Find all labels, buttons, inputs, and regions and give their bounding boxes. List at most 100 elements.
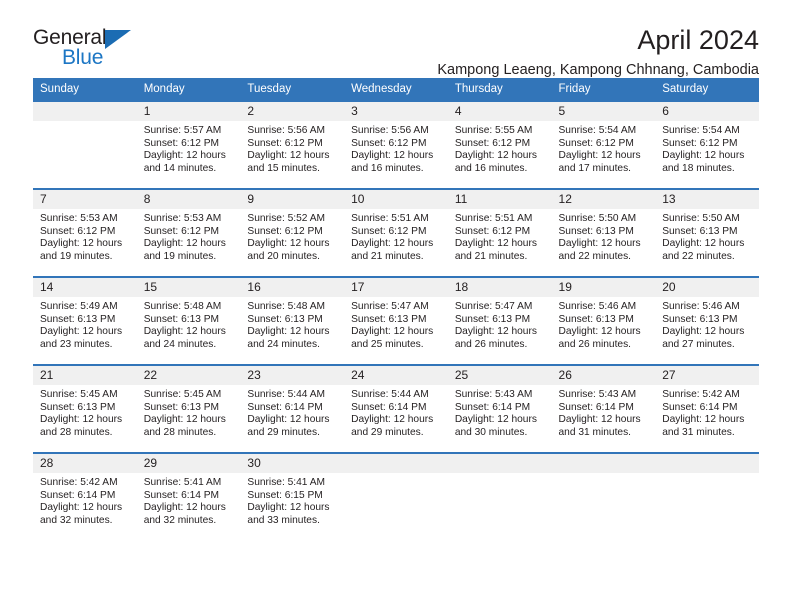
daylight-text: Daylight: 12 hours and 25 minutes. (351, 326, 434, 350)
day-number: 25 (447, 366, 552, 385)
calendar-day-cell[interactable]: 7 Sunrise: 5:53 AM Sunset: 6:12 PM Daylight… (33, 188, 137, 277)
calendar-day-cell-empty (344, 452, 448, 540)
calendar-day-cell[interactable]: 13 Sunrise: 5:50 AM Sunset: 6:13 PM Dayligh… (655, 188, 759, 277)
sunrise-text: Sunrise: 5:50 AM (662, 213, 740, 224)
calendar-day-cell[interactable]: 5 Sunrise: 5:54 AM Sunset: 6:12 PM Daylight… (551, 100, 656, 189)
calendar-day-cell[interactable]: 9 Sunrise: 5:52 AM Sunset: 6:12 PM Daylight… (240, 188, 345, 277)
day-cell-inner: 7 Sunrise: 5:53 AM Sunset: 6:12 PM Daylight… (33, 190, 137, 276)
calendar-day-cell[interactable]: 15 Sunrise: 5:48 AM Sunset: 6:13 PM Dayligh… (136, 276, 241, 365)
day-details: Sunrise: 5:49 AM Sunset: 6:13 PM Daylight:… (33, 297, 137, 351)
day-details: Sunrise: 5:42 AM Sunset: 6:14 PM Daylight:… (33, 473, 137, 527)
calendar-day-cell[interactable]: 18 Sunrise: 5:47 AM Sunset: 6:13 PM Dayligh… (447, 276, 552, 365)
daylight-text: Daylight: 12 hours and 24 minutes. (247, 326, 330, 350)
day-cell-inner: 6 Sunrise: 5:54 AM Sunset: 6:12 PM Daylight… (655, 102, 759, 188)
day-cell-inner: 28 Sunrise: 5:42 AM Sunset: 6:14 PM Dayligh… (33, 454, 137, 540)
calendar-day-cell[interactable]: 24 Sunrise: 5:44 AM Sunset: 6:14 PM Dayligh… (344, 364, 448, 453)
calendar-day-cell[interactable]: 3 Sunrise: 5:56 AM Sunset: 6:12 PM Daylight… (344, 100, 448, 189)
calendar-day-cell[interactable]: 12 Sunrise: 5:50 AM Sunset: 6:13 PM Dayligh… (551, 188, 656, 277)
day-details: Sunrise: 5:48 AM Sunset: 6:13 PM Daylight:… (137, 297, 241, 351)
calendar-day-cell[interactable]: 19 Sunrise: 5:46 AM Sunset: 6:13 PM Dayligh… (551, 276, 656, 365)
day-cell-inner: 5 Sunrise: 5:54 AM Sunset: 6:12 PM Daylight… (551, 102, 656, 188)
day-cell-inner: 8 Sunrise: 5:53 AM Sunset: 6:12 PM Daylight… (136, 190, 241, 276)
calendar-day-cell[interactable]: 23 Sunrise: 5:44 AM Sunset: 6:14 PM Dayligh… (240, 364, 345, 453)
calendar-day-cell[interactable]: 26 Sunrise: 5:43 AM Sunset: 6:14 PM Dayligh… (551, 364, 656, 453)
day-details: Sunrise: 5:50 AM Sunset: 6:13 PM Daylight:… (655, 209, 759, 263)
sunset-text: Sunset: 6:13 PM (662, 225, 738, 237)
sunset-text: Sunset: 6:13 PM (40, 313, 116, 325)
calendar-day-cell-empty (655, 452, 759, 540)
daylight-text: Daylight: 12 hours and 14 minutes. (143, 150, 226, 174)
calendar-day-cell[interactable]: 8 Sunrise: 5:53 AM Sunset: 6:12 PM Daylight… (136, 188, 241, 277)
sunset-text: Sunset: 6:12 PM (662, 137, 738, 149)
day-number: 2 (240, 102, 345, 121)
day-cell-inner: 14 Sunrise: 5:49 AM Sunset: 6:13 PM Dayligh… (33, 278, 137, 364)
sunrise-text: Sunrise: 5:43 AM (558, 389, 637, 400)
day-details: Sunrise: 5:55 AM Sunset: 6:12 PM Daylight:… (448, 121, 552, 175)
generalblue-logo[interactable]: General Blue (33, 27, 163, 75)
day-number: 12 (551, 190, 656, 209)
daylight-text: Daylight: 12 hours and 16 minutes. (454, 150, 537, 174)
day-details: Sunrise: 5:43 AM Sunset: 6:14 PM Daylight:… (448, 385, 552, 439)
calendar-day-cell[interactable]: 1 Sunrise: 5:57 AM Sunset: 6:12 PM Daylight… (136, 100, 241, 189)
day-number: 27 (655, 366, 759, 385)
day-number: 18 (447, 278, 552, 297)
calendar-day-cell[interactable]: 4 Sunrise: 5:55 AM Sunset: 6:12 PM Daylight… (447, 100, 552, 189)
day-number: 4 (447, 102, 552, 121)
calendar-day-cell[interactable]: 17 Sunrise: 5:47 AM Sunset: 6:13 PM Dayligh… (344, 276, 448, 365)
calendar-day-cell[interactable]: 2 Sunrise: 5:56 AM Sunset: 6:12 PM Daylight… (240, 100, 345, 189)
daylight-text: Daylight: 12 hours and 20 minutes. (247, 238, 330, 262)
sunset-text: Sunset: 6:13 PM (662, 313, 738, 325)
day-details: Sunrise: 5:50 AM Sunset: 6:13 PM Daylight:… (552, 209, 656, 263)
day-cell-inner: 12 Sunrise: 5:50 AM Sunset: 6:13 PM Dayligh… (551, 190, 656, 276)
day-cell-inner: 9 Sunrise: 5:52 AM Sunset: 6:12 PM Daylight… (240, 190, 345, 276)
sunrise-text: Sunrise: 5:45 AM (143, 389, 222, 400)
calendar-day-cell[interactable]: 25 Sunrise: 5:43 AM Sunset: 6:14 PM Dayligh… (447, 364, 552, 453)
calendar-week-row: 7 Sunrise: 5:53 AM Sunset: 6:12 PM Daylight… (33, 188, 759, 277)
calendar-day-cell[interactable]: 21 Sunrise: 5:45 AM Sunset: 6:13 PM Dayligh… (33, 364, 137, 453)
sunset-text: Sunset: 6:12 PM (247, 225, 323, 237)
daylight-text: Daylight: 12 hours and 17 minutes. (558, 150, 641, 174)
calendar-day-cell[interactable]: 29 Sunrise: 5:41 AM Sunset: 6:14 PM Dayligh… (136, 452, 241, 540)
daylight-text: Daylight: 12 hours and 22 minutes. (662, 238, 745, 262)
calendar-day-cell[interactable]: 27 Sunrise: 5:42 AM Sunset: 6:14 PM Dayligh… (655, 364, 759, 453)
sunrise-text: Sunrise: 5:51 AM (351, 213, 429, 224)
sunset-text: Sunset: 6:15 PM (247, 489, 323, 501)
calendar-day-cell[interactable]: 20 Sunrise: 5:46 AM Sunset: 6:13 PM Dayligh… (655, 276, 759, 365)
sunrise-text: Sunrise: 5:44 AM (247, 389, 325, 400)
day-cell-inner (551, 454, 656, 540)
daylight-text: Daylight: 12 hours and 26 minutes. (454, 326, 537, 350)
daylight-text: Daylight: 12 hours and 28 minutes. (143, 414, 226, 438)
sunrise-text: Sunrise: 5:55 AM (454, 125, 533, 136)
logo-triangle-icon (105, 30, 131, 49)
day-cell-inner: 22 Sunrise: 5:45 AM Sunset: 6:13 PM Dayligh… (136, 366, 241, 452)
sunset-text: Sunset: 6:14 PM (351, 401, 427, 413)
day-number: 21 (33, 366, 137, 385)
day-cell-inner: 27 Sunrise: 5:42 AM Sunset: 6:14 PM Dayligh… (655, 366, 759, 452)
calendar-day-cell[interactable]: 30 Sunrise: 5:41 AM Sunset: 6:15 PM Dayligh… (240, 452, 345, 540)
weekday-header-thursday: Thursday (447, 78, 552, 101)
calendar-day-cell[interactable]: 11 Sunrise: 5:51 AM Sunset: 6:12 PM Dayligh… (447, 188, 552, 277)
day-cell-inner: 15 Sunrise: 5:48 AM Sunset: 6:13 PM Dayligh… (136, 278, 241, 364)
day-cell-inner: 18 Sunrise: 5:47 AM Sunset: 6:13 PM Dayligh… (447, 278, 552, 364)
sunset-text: Sunset: 6:13 PM (454, 313, 531, 325)
calendar-day-cell-empty (551, 452, 656, 540)
daylight-text: Daylight: 12 hours and 19 minutes. (40, 238, 123, 262)
calendar-day-cell[interactable]: 16 Sunrise: 5:48 AM Sunset: 6:13 PM Dayligh… (240, 276, 345, 365)
sunrise-text: Sunrise: 5:46 AM (558, 301, 637, 312)
sunset-text: Sunset: 6:12 PM (558, 137, 634, 149)
daylight-text: Daylight: 12 hours and 19 minutes. (143, 238, 226, 262)
calendar-day-cell[interactable]: 6 Sunrise: 5:54 AM Sunset: 6:12 PM Daylight… (655, 100, 759, 189)
calendar-day-cell[interactable]: 28 Sunrise: 5:42 AM Sunset: 6:14 PM Dayligh… (33, 452, 137, 540)
calendar-day-cell[interactable]: 14 Sunrise: 5:49 AM Sunset: 6:13 PM Dayligh… (33, 276, 137, 365)
day-cell-inner: 16 Sunrise: 5:48 AM Sunset: 6:13 PM Dayligh… (240, 278, 345, 364)
sunrise-text: Sunrise: 5:45 AM (40, 389, 118, 400)
day-cell-inner: 20 Sunrise: 5:46 AM Sunset: 6:13 PM Dayligh… (655, 278, 759, 364)
day-number: 8 (136, 190, 241, 209)
daylight-text: Daylight: 12 hours and 29 minutes. (247, 414, 330, 438)
day-number: 1 (136, 102, 241, 121)
sunset-text: Sunset: 6:12 PM (351, 225, 427, 237)
sunrise-text: Sunrise: 5:47 AM (454, 301, 533, 312)
calendar-day-cell[interactable]: 22 Sunrise: 5:45 AM Sunset: 6:13 PM Dayligh… (136, 364, 241, 453)
calendar-day-cell[interactable]: 10 Sunrise: 5:51 AM Sunset: 6:12 PM Dayligh… (344, 188, 448, 277)
sunrise-text: Sunrise: 5:53 AM (143, 213, 222, 224)
